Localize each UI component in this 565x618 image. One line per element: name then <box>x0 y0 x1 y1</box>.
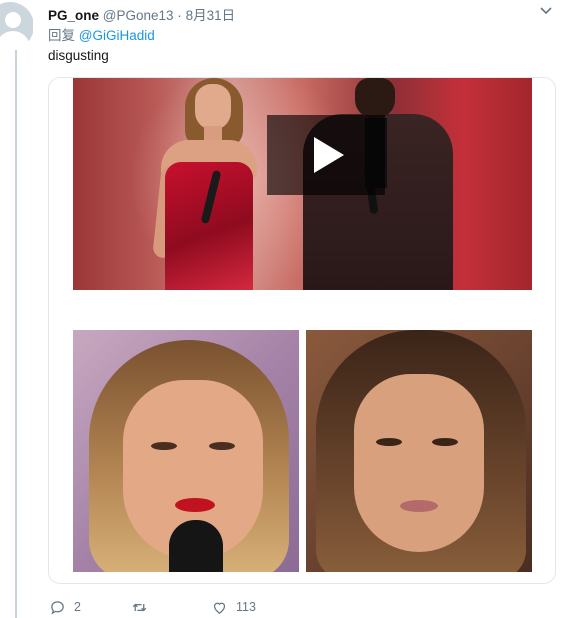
retweet-button[interactable] <box>131 598 156 616</box>
avatar[interactable] <box>0 2 33 49</box>
reply-context: 回复 @GiGiHadid <box>48 24 155 44</box>
photo-right[interactable] <box>306 330 532 572</box>
reply-button[interactable]: 2 <box>49 598 81 616</box>
media-card <box>48 77 556 584</box>
chevron-down-icon[interactable] <box>539 5 553 17</box>
like-button[interactable]: 113 <box>211 598 256 616</box>
user-handle[interactable]: @PGone13 <box>103 8 174 23</box>
like-count: 113 <box>236 600 256 614</box>
heart-icon <box>213 602 226 614</box>
separator-dot: · <box>177 8 182 23</box>
play-button[interactable] <box>267 115 385 195</box>
tweet-date[interactable]: 8月31日 <box>186 8 236 23</box>
tweet-text: disgusting <box>48 48 109 63</box>
tweet-header: PG_one @PGone13 · 8月31日 <box>48 4 235 24</box>
display-name[interactable]: PG_one <box>48 8 99 23</box>
reply-mention-link[interactable]: @GiGiHadid <box>79 28 155 43</box>
reply-prefix: 回复 <box>48 28 75 43</box>
video-thumbnail[interactable] <box>73 78 532 290</box>
reply-count: 2 <box>74 600 81 614</box>
thread-line <box>15 50 17 618</box>
retweet-icon <box>132 603 147 611</box>
photo-left[interactable] <box>73 330 299 572</box>
play-icon <box>314 137 344 173</box>
reply-icon <box>51 600 64 615</box>
